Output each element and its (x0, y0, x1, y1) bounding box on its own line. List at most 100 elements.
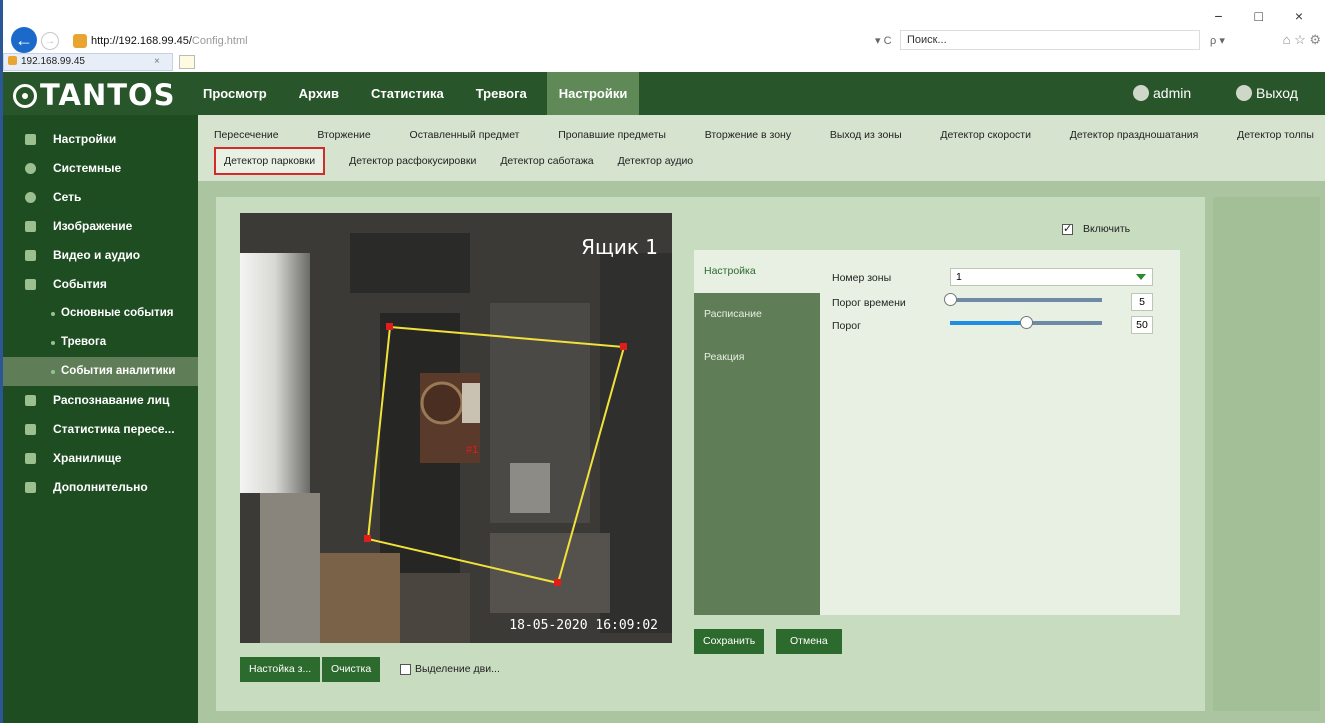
browser-tab[interactable]: 192.168.99.45 × (3, 53, 173, 71)
slider-knob[interactable] (944, 293, 957, 306)
sidebar-item[interactable]: Системные (3, 154, 198, 183)
sidebar-item[interactable]: Настройки (3, 125, 198, 154)
browser-window: ← → http://192.168.99.45/Config.html ▾ C… (0, 0, 1325, 723)
video-icon (25, 250, 36, 261)
subtab[interactable]: Детектор расфокусировки (349, 155, 476, 167)
sidebar-item[interactable]: Хранилище (3, 444, 198, 473)
subtab[interactable]: Детектор праздношатания (1070, 129, 1199, 141)
bullet-icon (51, 341, 55, 345)
window-controls[interactable]: − □ × (1214, 8, 1317, 24)
subtab[interactable]: Вторжение в зону (705, 129, 791, 141)
sidebar-item[interactable]: События (3, 270, 198, 299)
subtab[interactable]: Детектор аудио (618, 155, 694, 167)
zone-handle[interactable] (386, 323, 393, 330)
tab-close-icon[interactable]: × (154, 56, 160, 67)
settings-panel: #1 Ящик 1 18-05-2020 16:09:02 Настойка з… (216, 197, 1205, 711)
zone-number-value: 1 (956, 271, 962, 283)
info-icon (25, 163, 36, 174)
user-menu[interactable]: admin (1133, 72, 1191, 115)
sidebar-item[interactable]: Сеть (3, 183, 198, 212)
config-tab[interactable]: Расписание (694, 293, 820, 336)
globe-icon (25, 192, 36, 203)
search-icon[interactable]: ρ ▾ (1210, 34, 1225, 47)
refresh-icon[interactable]: ▾ C (875, 34, 892, 47)
subtab[interactable]: Вторжение (317, 129, 370, 141)
site-icon (73, 34, 87, 48)
url-path: Config.html (191, 35, 248, 47)
subtab[interactable]: Пропавшие предметы (558, 129, 666, 141)
sidebar-item[interactable]: Распознавание лиц (3, 386, 198, 415)
sidebar-item[interactable]: Тревога (3, 328, 198, 357)
logout-label: Выход (1256, 85, 1298, 101)
sidebar-item-label: Изображение (53, 219, 133, 233)
save-button[interactable]: Сохранить (694, 629, 765, 654)
motion-highlight-label: Выделение дви... (415, 663, 500, 675)
main-menu: Просмотр Архив Статистика Тревога Настройки (191, 72, 647, 115)
checkbox-checked (1062, 222, 1073, 235)
back-icon[interactable]: ← (11, 27, 37, 53)
motion-highlight-checkbox[interactable]: Выделение дви... (400, 663, 500, 675)
sidebar-item-label: Статистика пересе... (53, 422, 175, 436)
subtab[interactable]: Детектор скорости (940, 129, 1031, 141)
menu-item[interactable]: Статистика (359, 72, 456, 115)
threshold-slider[interactable] (950, 316, 1102, 329)
address-bar[interactable]: http://192.168.99.45/Config.html (91, 35, 248, 47)
sidebar-item-label: Хранилище (53, 451, 122, 465)
sidebar: Настройки Системные Сеть Изображение Видео и… (3, 115, 198, 723)
time-threshold-slider[interactable] (944, 293, 1102, 306)
subtab[interactable]: Выход из зоны (830, 129, 902, 141)
sidebar-item[interactable]: Основные события (3, 299, 198, 328)
sidebar-item-label: Тревога (61, 336, 107, 348)
sidebar-item[interactable]: Дополнительно (3, 473, 198, 502)
sidebar-item-label: Системные (53, 161, 122, 175)
slider-knob[interactable] (1020, 316, 1033, 329)
new-tab-icon[interactable] (179, 55, 195, 69)
subtab[interactable]: Пересечение (214, 129, 279, 141)
content: Пересечение Вторжение Оставленный предмет П… (198, 115, 1325, 723)
logout-button[interactable]: Выход (1236, 72, 1298, 115)
zone-label: #1 (466, 444, 478, 456)
sidebar-item-label: Основные события (61, 307, 174, 319)
toolbar-icons[interactable]: ⌂ ☆ ⚙ (1283, 32, 1321, 48)
threshold-value[interactable]: 50 (1131, 316, 1153, 334)
config-panel: Настройка Расписание Реакция Номер зоны 1 … (694, 250, 1180, 615)
chevron-down-icon (1136, 274, 1146, 280)
image-icon (25, 221, 36, 232)
menu-item[interactable]: Просмотр (191, 72, 279, 115)
menu-item[interactable]: Тревога (464, 72, 539, 115)
sidebar-item[interactable]: События аналитики (3, 357, 198, 386)
subtab[interactable]: Детектор толпы (1237, 129, 1314, 141)
time-threshold-value[interactable]: 5 (1131, 293, 1153, 311)
zone-handle[interactable] (554, 579, 561, 586)
menu-item[interactable]: Настройки (546, 72, 640, 115)
zone-setup-button[interactable]: Настойка з... (240, 657, 321, 682)
chart-icon (25, 424, 36, 435)
sidebar-item-label: События (53, 277, 107, 291)
forward-icon[interactable]: → (41, 32, 59, 50)
slider-fill (950, 321, 1026, 325)
menu-item[interactable]: Архив (287, 72, 351, 115)
clear-button[interactable]: Очистка (322, 657, 381, 682)
search-input[interactable]: Поиск... (900, 30, 1200, 50)
subtabs-row-1: Пересечение Вторжение Оставленный предмет П… (214, 121, 1314, 149)
face-icon (25, 395, 36, 406)
config-tab[interactable]: Реакция (694, 336, 820, 379)
subtab[interactable]: Детектор саботажа (500, 155, 593, 167)
config-tab[interactable]: Настройка (694, 250, 820, 293)
user-name: admin (1153, 85, 1192, 101)
zone-number-select[interactable]: 1 (950, 268, 1153, 286)
sidebar-item[interactable]: Статистика пересе... (3, 415, 198, 444)
enable-checkbox[interactable]: Включить (1062, 222, 1130, 235)
zone-handle[interactable] (364, 535, 371, 542)
sidebar-item[interactable]: Изображение (3, 212, 198, 241)
threshold-label: Порог (832, 320, 861, 332)
sidebar-item-label: Сеть (53, 190, 82, 204)
time-threshold-label: Порог времени (832, 297, 906, 309)
cancel-button[interactable]: Отмена (776, 629, 842, 654)
camera-preview[interactable]: #1 Ящик 1 18-05-2020 16:09:02 (240, 213, 672, 643)
camera-name: Ящик 1 (581, 235, 658, 259)
zone-handle[interactable] (620, 343, 627, 350)
subtab[interactable]: Оставленный предмет (410, 129, 520, 141)
subtab-active[interactable]: Детектор парковки (214, 147, 326, 175)
sidebar-item[interactable]: Видео и аудио (3, 241, 198, 270)
